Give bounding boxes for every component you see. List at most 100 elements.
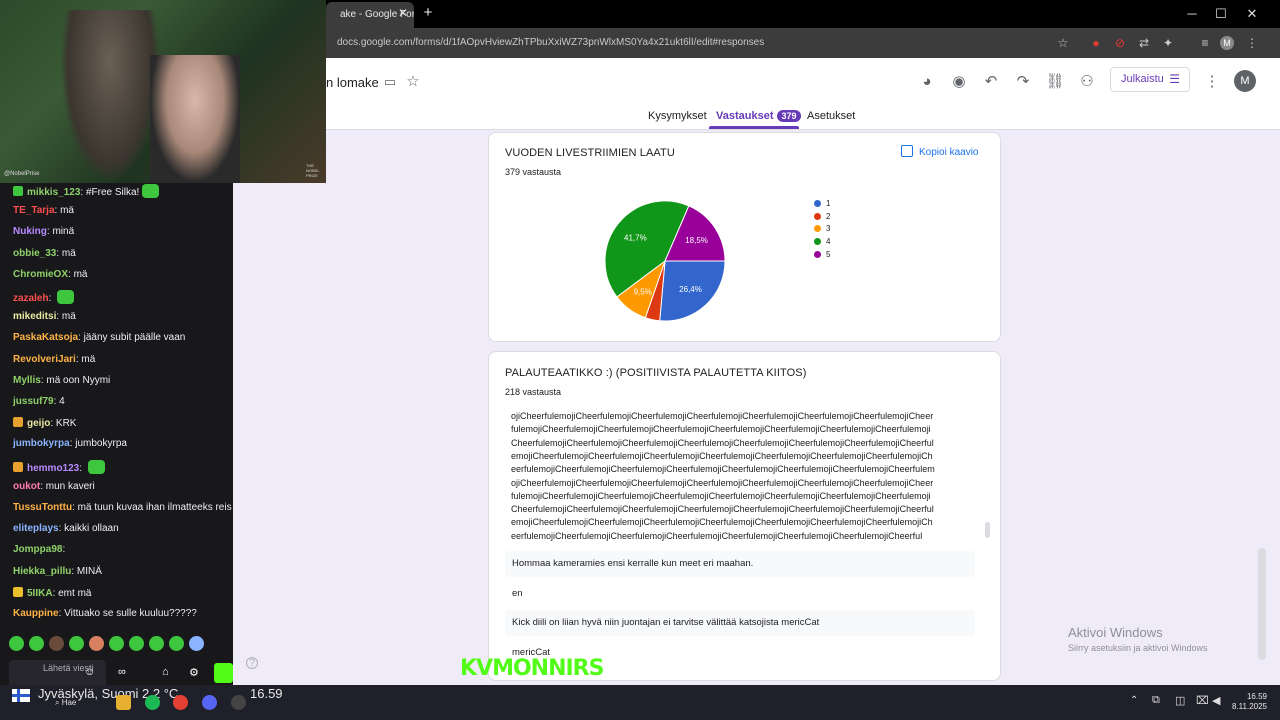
file-explorer-icon[interactable] <box>116 695 131 710</box>
obs-icon[interactable] <box>231 695 246 710</box>
emote-icon[interactable] <box>49 636 64 651</box>
emote-icon[interactable] <box>169 636 184 651</box>
link-icon[interactable]: ⛓ <box>1045 72 1065 92</box>
close-tab-icon[interactable]: ✕ <box>396 6 410 20</box>
chat-username[interactable]: mikkis_123 <box>27 187 80 198</box>
copy-chart-button[interactable]: Kopioi kaavio <box>901 145 978 158</box>
chat-message: RevolveriJari: mä <box>13 353 96 365</box>
add-collaborator-icon[interactable]: ⚇ <box>1077 72 1097 92</box>
spotify-icon[interactable] <box>145 695 160 710</box>
chat-username[interactable]: TussuTonttu <box>13 502 72 513</box>
responses-scrollbar[interactable] <box>985 522 990 538</box>
chat-username[interactable]: Hiekka_pillu <box>13 566 71 577</box>
chat-username[interactable]: hemmo123 <box>27 463 79 474</box>
url-field[interactable]: docs.google.com/forms/d/1fAOpvHviewZhTPb… <box>337 34 764 52</box>
tab-settings[interactable]: Asetukset <box>807 110 855 122</box>
chat-message: 5IIKA: emt mä <box>13 586 91 599</box>
chat-username[interactable]: mikeditsi <box>13 311 56 322</box>
chat-message: TussuTonttu: mä tuun kuvaa ihan ilmattee… <box>13 502 232 513</box>
chat-message: zazaleh: <box>13 290 75 304</box>
response-count: 379 vastausta <box>505 167 562 177</box>
chat-username[interactable]: Myllis <box>13 375 41 386</box>
extension-block-icon[interactable]: ⊘ <box>1112 35 1128 51</box>
chat-send-button[interactable] <box>214 663 233 683</box>
emote-icon[interactable] <box>29 636 44 651</box>
chrome-icon[interactable] <box>173 695 188 710</box>
star-icon[interactable]: ☆ <box>403 72 423 92</box>
new-tab-icon[interactable]: + <box>420 5 436 21</box>
chat-text: mä <box>73 268 88 280</box>
copy-chart-label: Kopioi kaavio <box>919 147 979 158</box>
network-icon[interactable]: ⌧ <box>1196 694 1209 707</box>
question-title: PALAUTEAATIKKO :) (POSITIIVISTA PALAUTET… <box>505 367 807 379</box>
publish-button[interactable]: Julkaistu ☰ <box>1110 67 1190 92</box>
chat-username[interactable]: jumbokyrpa <box>13 438 70 449</box>
page-scrollbar[interactable] <box>1258 548 1266 660</box>
chat-text: minä <box>52 226 75 238</box>
window-close-icon[interactable]: ✕ <box>1242 4 1262 24</box>
tab-responses[interactable]: Vastaukset 379 <box>716 110 801 122</box>
emote-icon[interactable] <box>109 636 124 651</box>
emoji-icon[interactable]: ☺ <box>84 666 95 678</box>
pie-chart: 26,4% 9,5% 41,7% 18,5% <box>604 200 726 322</box>
tray-app-icon[interactable]: ⧉ <box>1152 694 1160 707</box>
chat-username[interactable]: geijo <box>27 418 50 429</box>
emote-icon[interactable] <box>189 636 204 651</box>
emote-icon[interactable] <box>9 636 24 651</box>
chat-username[interactable]: ChromieOX <box>13 269 68 280</box>
undo-icon[interactable]: ↶ <box>981 72 1001 92</box>
palette-icon[interactable]: ◕ <box>917 72 937 92</box>
chat-username[interactable]: Jomppa98 <box>13 544 62 555</box>
tray-chevron-icon[interactable]: ⌃ <box>1130 695 1138 706</box>
emote-icon[interactable] <box>89 636 104 651</box>
gear-icon[interactable]: ⚙ <box>189 666 199 679</box>
discord-icon[interactable] <box>202 695 217 710</box>
chat-username[interactable]: RevolveriJari <box>13 354 76 365</box>
folder-icon[interactable]: ▭ <box>380 72 400 92</box>
chat-username[interactable]: oukot <box>13 481 40 492</box>
tray-app-icon[interactable]: ◫ <box>1175 694 1185 707</box>
chat-username[interactable]: zazaleh <box>13 293 49 304</box>
account-avatar[interactable]: M <box>1234 70 1256 92</box>
extension-red-icon[interactable]: ● <box>1088 35 1104 51</box>
system-clock[interactable]: 16.59 8.11.2025 <box>1232 692 1267 712</box>
chat-username[interactable]: TE_Tarja <box>13 205 55 216</box>
legend-item-1: 1 <box>814 199 830 208</box>
user-badge-icon <box>13 586 23 597</box>
publish-label: Julkaistu <box>1121 73 1164 85</box>
volume-icon[interactable]: ◀ <box>1212 694 1220 707</box>
browser-menu-icon[interactable]: ⋮ <box>1244 35 1260 51</box>
help-icon[interactable]: ? <box>246 657 258 669</box>
legend-dot <box>814 212 821 220</box>
chat-message: TE_Tarja: mä <box>13 205 74 217</box>
chat-username[interactable]: 5IIKA <box>27 588 53 599</box>
chat-username[interactable]: obbie_33 <box>13 248 56 259</box>
chat-username[interactable]: jussuf79 <box>13 396 54 407</box>
translate-icon[interactable]: ⇄ <box>1136 35 1152 51</box>
bookmark-star-icon[interactable]: ☆ <box>1055 35 1071 51</box>
form-title[interactable]: n lomake <box>326 75 379 90</box>
more-options-icon[interactable]: ⋮ <box>1202 72 1222 92</box>
store-icon[interactable]: ⌂ <box>162 666 169 678</box>
kick-logo: KVMONNIRS <box>460 656 604 681</box>
emote-icon[interactable] <box>69 636 84 651</box>
taskbar-search[interactable]: ⌕ Hae <box>55 698 76 708</box>
chat-username[interactable]: eliteplays <box>13 523 59 534</box>
chat-username[interactable]: PaskaKatsoja <box>13 332 78 343</box>
emote-icon[interactable] <box>129 636 144 651</box>
tab-questions[interactable]: Kysymykset <box>648 110 707 122</box>
emote-icon[interactable] <box>149 636 164 651</box>
settings-links-icon[interactable]: ∞ <box>118 666 126 678</box>
preview-eye-icon[interactable]: ◉ <box>949 72 969 92</box>
media-icon[interactable]: ≡ <box>1197 35 1213 51</box>
extensions-icon[interactable]: ✦ <box>1160 35 1176 51</box>
minimize-icon[interactable]: ─ <box>1182 4 1202 24</box>
chat-username[interactable]: Kauppine <box>13 608 59 619</box>
redo-icon[interactable]: ↷ <box>1013 72 1033 92</box>
response-text-line: fulemojiCheerfulemojiCheerfulemojiCheerf… <box>511 424 931 435</box>
legend-dot <box>814 250 821 258</box>
profile-avatar[interactable]: M <box>1220 36 1234 50</box>
chat-username[interactable]: Nuking <box>13 226 47 237</box>
maximize-icon[interactable]: ☐ <box>1211 4 1231 24</box>
chat-message: eliteplays: kaikki ollaan <box>13 523 119 535</box>
